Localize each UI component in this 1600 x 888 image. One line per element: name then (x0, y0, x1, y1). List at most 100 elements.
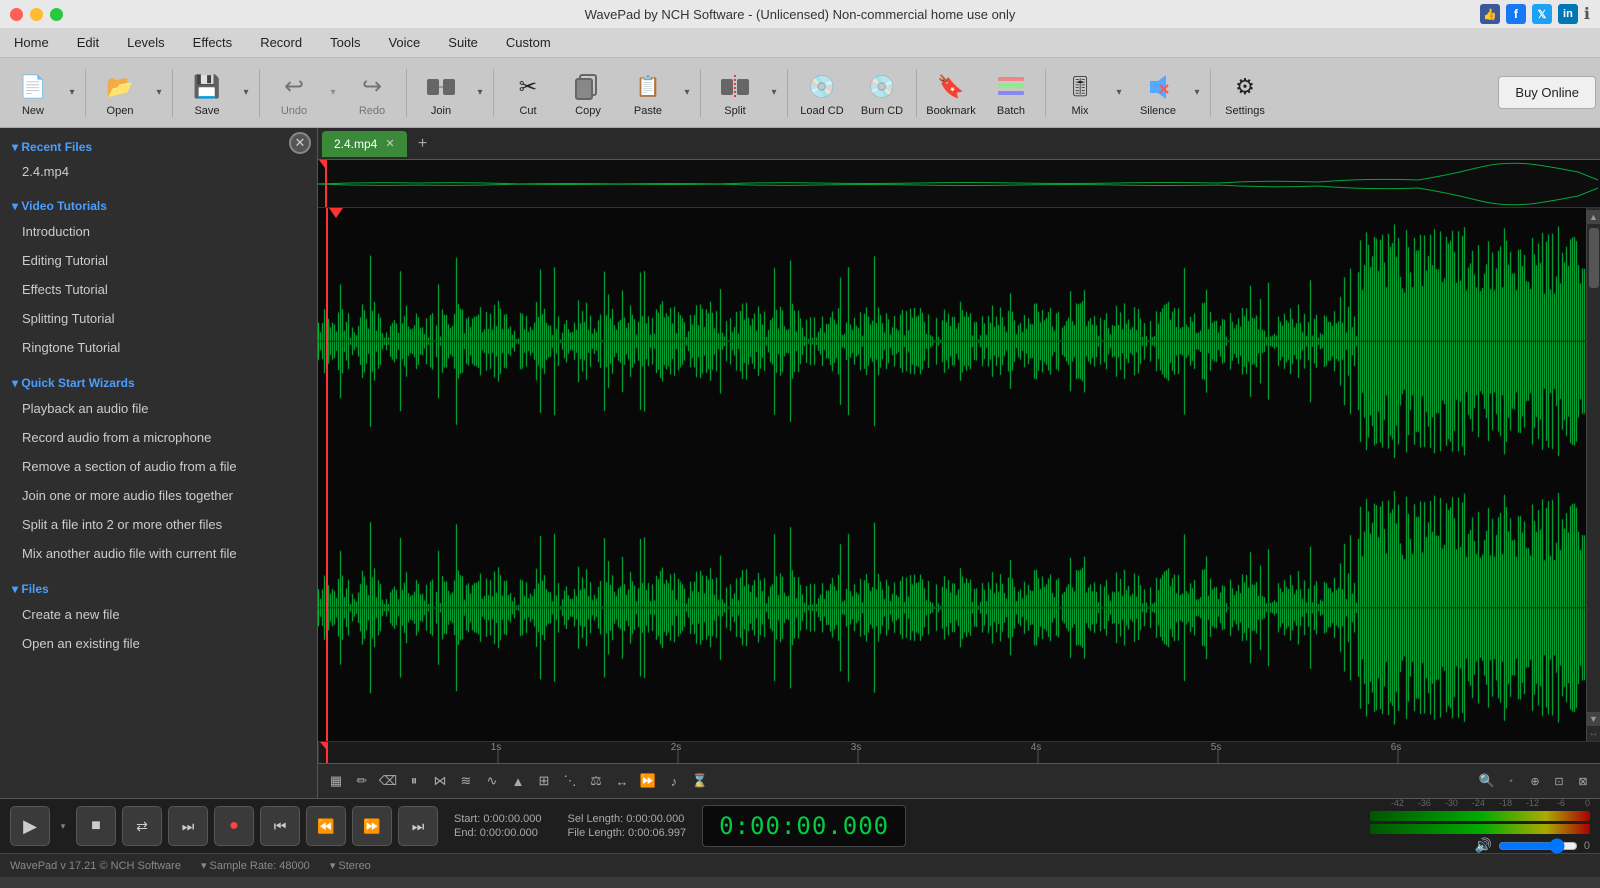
undo-button[interactable]: ↩ Undo (265, 64, 323, 122)
undo-dropdown[interactable]: ▾ (325, 64, 341, 122)
select-tool-button[interactable]: ▦ (324, 769, 348, 793)
twitter-icon[interactable]: 𝕏 (1532, 4, 1552, 24)
tab-add-button[interactable]: + (411, 132, 435, 156)
skip-back-button[interactable]: ⏮ (260, 806, 300, 846)
fade-button[interactable]: ⋱ (558, 769, 582, 793)
volume-slider[interactable] (1498, 838, 1578, 854)
menu-edit[interactable]: Edit (63, 28, 113, 57)
mix-dropdown[interactable]: ▾ (1111, 64, 1127, 122)
mix-button[interactable]: 🎚 Mix (1051, 64, 1109, 122)
eraser-tool-button[interactable]: ⌫ (376, 769, 400, 793)
menu-custom[interactable]: Custom (492, 28, 565, 57)
tab-file[interactable]: 2.4.mp4 ✕ (322, 131, 407, 157)
paste-dropdown[interactable]: ▾ (679, 64, 695, 122)
freq-button[interactable]: ≋ (454, 769, 478, 793)
linkedin-icon[interactable]: in (1558, 4, 1578, 24)
sidebar-item-effects-tutorial[interactable]: Effects Tutorial (8, 275, 309, 304)
recent-files-title[interactable]: ▾ Recent Files (8, 134, 309, 158)
info-icon[interactable]: ℹ (1584, 4, 1590, 24)
buy-online-button[interactable]: Buy Online (1498, 76, 1596, 109)
overview-waveform[interactable] (318, 160, 1600, 208)
video-tutorials-title[interactable]: ▾ Video Tutorials (8, 193, 309, 217)
eq-button[interactable]: ⊞ (532, 769, 556, 793)
new-dropdown[interactable]: ▾ (64, 64, 80, 122)
sidebar-item-open-file[interactable]: Open an existing file (8, 629, 309, 658)
batch-button[interactable]: Batch (982, 64, 1040, 122)
play-button[interactable]: ▶ (10, 806, 50, 846)
pencil-tool-button[interactable]: ✏ (350, 769, 374, 793)
menu-record[interactable]: Record (246, 28, 316, 57)
split-button[interactable]: Split (706, 64, 764, 122)
tab-close-button[interactable]: ✕ (385, 137, 394, 150)
silence-dropdown[interactable]: ▾ (1189, 64, 1205, 122)
speed-button[interactable]: ⏩ (636, 769, 660, 793)
reverse-button[interactable]: ↔ (610, 769, 634, 793)
pitch-button[interactable]: ♪ (662, 769, 686, 793)
sidebar-item-editing-tutorial[interactable]: Editing Tutorial (8, 246, 309, 275)
main-waveform[interactable]: /* waveform drawn inline */ ▲ (318, 208, 1600, 741)
record-button[interactable]: ● (214, 806, 254, 846)
sidebar-item-playback[interactable]: Playback an audio file (8, 394, 309, 423)
right-scrollbar[interactable]: ▲ ▼ ↔ (1586, 208, 1600, 741)
normalize-button[interactable]: ⚖ (584, 769, 608, 793)
scroll-thumb[interactable] (1589, 228, 1599, 288)
region-button[interactable]: ⋈ (428, 769, 452, 793)
menu-tools[interactable]: Tools (316, 28, 374, 57)
sidebar-item-remove-section[interactable]: Remove a section of audio from a file (8, 452, 309, 481)
files-title[interactable]: ▾ Files (8, 576, 309, 600)
zoom-fit-button[interactable]: ⊡ (1548, 770, 1570, 792)
sidebar-close-button[interactable]: ✕ (289, 132, 311, 154)
trim-button[interactable]: ⌛ (688, 769, 712, 793)
scroll-down-button[interactable]: ▼ (1587, 712, 1600, 726)
silence-button[interactable]: Silence (1129, 64, 1187, 122)
minimize-button[interactable] (30, 8, 43, 21)
save-button[interactable]: 💾 Save (178, 64, 236, 122)
recent-file-item[interactable]: 2.4.mp4 (8, 158, 309, 185)
burncd-button[interactable]: 💿 Burn CD (853, 64, 911, 122)
facebook-icon[interactable]: f (1506, 4, 1526, 24)
stop-button[interactable]: ■ (76, 806, 116, 846)
play-dropdown[interactable]: ▾ (56, 806, 70, 846)
sidebar-item-split-file[interactable]: Split a file into 2 or more other files (8, 510, 309, 539)
marker-button[interactable]: ⏸ (402, 769, 426, 793)
menu-levels[interactable]: Levels (113, 28, 179, 57)
zoom-out-button[interactable]: 🔍 (1476, 770, 1498, 792)
menu-home[interactable]: Home (0, 28, 63, 57)
join-dropdown[interactable]: ▾ (472, 64, 488, 122)
sidebar-item-ringtone-tutorial[interactable]: Ringtone Tutorial (8, 333, 309, 362)
open-dropdown[interactable]: ▾ (151, 64, 167, 122)
close-button[interactable] (10, 8, 23, 21)
skip-forward-button[interactable]: ⏭ (398, 806, 438, 846)
zoom-reset-button[interactable]: ⊠ (1572, 770, 1594, 792)
sidebar-item-create-file[interactable]: Create a new file (8, 600, 309, 629)
sidebar-item-splitting-tutorial[interactable]: Splitting Tutorial (8, 304, 309, 333)
paste-button[interactable]: 📋 Paste (619, 64, 677, 122)
settings-button[interactable]: ⚙ Settings (1216, 64, 1274, 122)
menu-effects[interactable]: Effects (179, 28, 247, 57)
menu-voice[interactable]: Voice (374, 28, 434, 57)
split-dropdown[interactable]: ▾ (766, 64, 782, 122)
sidebar-item-join-files[interactable]: Join one or more audio files together (8, 481, 309, 510)
volume-icon[interactable]: 🔊 (1474, 837, 1491, 854)
loadcd-button[interactable]: 💿 Load CD (793, 64, 851, 122)
quick-start-title[interactable]: ▾ Quick Start Wizards (8, 370, 309, 394)
bookmark-button[interactable]: 🔖 Bookmark (922, 64, 980, 122)
redo-button[interactable]: ↪ Redo (343, 64, 401, 122)
zoom-in-button[interactable]: ⊕ (1524, 770, 1546, 792)
zoom-slider[interactable]: ▪ (1500, 770, 1522, 792)
copy-button[interactable]: Copy (559, 64, 617, 122)
join-button[interactable]: Join (412, 64, 470, 122)
skip-to-end-button[interactable]: ⏭ (168, 806, 208, 846)
maximize-button[interactable] (50, 8, 63, 21)
expand-icon[interactable]: ↔ (1589, 728, 1599, 739)
rewind-button[interactable]: ⏪ (306, 806, 346, 846)
open-button[interactable]: 📂 Open (91, 64, 149, 122)
sidebar-item-mix-file[interactable]: Mix another audio file with current file (8, 539, 309, 568)
fast-forward-button[interactable]: ⏩ (352, 806, 392, 846)
amplify-button[interactable]: ▲ (506, 769, 530, 793)
new-button[interactable]: 📄 New (4, 64, 62, 122)
waveform-canvas[interactable] (318, 208, 1586, 741)
thumbsup-icon[interactable]: 👍 (1480, 4, 1500, 24)
save-dropdown[interactable]: ▾ (238, 64, 254, 122)
scroll-up-button[interactable]: ▲ (1587, 210, 1600, 224)
